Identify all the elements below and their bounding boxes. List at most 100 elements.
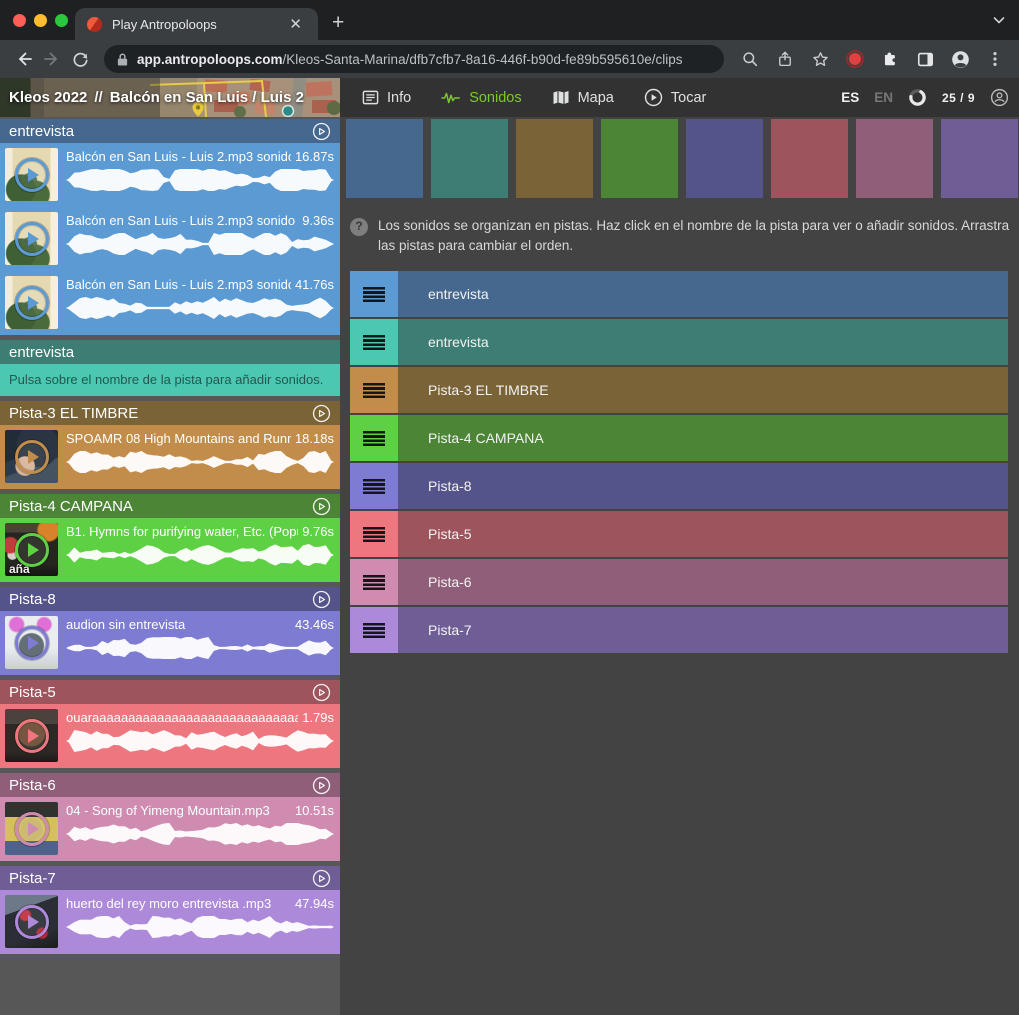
track-drag-handle[interactable] — [350, 463, 398, 509]
clip-play-icon[interactable] — [15, 905, 49, 939]
clip-thumbnail[interactable] — [5, 430, 58, 483]
minimize-window-button[interactable] — [34, 14, 47, 27]
track-swatch[interactable] — [856, 119, 933, 198]
sound-clip[interactable]: Balcón en San Luis - Luis 2.mp3 sonido h… — [0, 271, 340, 335]
side-panel-icon[interactable] — [911, 45, 939, 73]
reload-button[interactable] — [66, 45, 94, 73]
track-row[interactable]: Pista-4 CAMPANA — [350, 415, 1008, 461]
clip-thumbnail[interactable] — [5, 895, 58, 948]
track-row[interactable]: entrevista — [350, 319, 1008, 365]
track-play-icon[interactable] — [312, 122, 331, 141]
account-icon[interactable] — [990, 88, 1009, 107]
track-drag-handle[interactable] — [350, 367, 398, 413]
track-name-header[interactable]: Pista-3 EL TIMBRE — [0, 401, 340, 425]
track-row[interactable]: Pista-3 EL TIMBRE — [350, 367, 1008, 413]
new-tab-button[interactable]: + — [332, 9, 344, 37]
clip-play-icon[interactable] — [15, 440, 49, 474]
track-swatch[interactable] — [771, 119, 848, 198]
track-bar[interactable]: Pista-6 — [398, 559, 1008, 605]
bookmark-star-icon[interactable] — [806, 45, 834, 73]
macos-traffic-lights[interactable] — [13, 14, 68, 27]
sound-clip[interactable]: 04 - Song of Yimeng Mountain.mp3 10.51s — [0, 797, 340, 861]
track-play-icon[interactable] — [312, 497, 331, 516]
track-bar[interactable]: entrevista — [398, 271, 1008, 317]
forward-button[interactable] — [38, 45, 66, 73]
sound-clip[interactable]: SPOAMR 08 High Mountains and Running ...… — [0, 425, 340, 489]
close-window-button[interactable] — [13, 14, 26, 27]
back-button[interactable] — [10, 45, 38, 73]
clip-play-icon[interactable] — [15, 719, 49, 753]
track-swatch[interactable] — [346, 119, 423, 198]
profile-avatar[interactable] — [946, 45, 974, 73]
lang-en[interactable]: EN — [874, 90, 893, 105]
tab-tocar[interactable]: Tocar — [644, 88, 706, 107]
track-drag-handle[interactable] — [350, 559, 398, 605]
sound-clip[interactable]: ouaraaaaaaaaaaaaaaaaaaaaaaaaaaaaaaaaaaaa… — [0, 704, 340, 768]
tab-info[interactable]: Info — [362, 89, 411, 106]
track-swatch[interactable] — [516, 119, 593, 198]
track-swatch[interactable] — [686, 119, 763, 198]
track-row[interactable]: Pista-7 — [350, 607, 1008, 653]
sound-clip[interactable]: Balcón en San Luis - Luis 2.mp3 sonido h… — [0, 143, 340, 207]
track-name-header[interactable]: entrevista — [0, 340, 340, 364]
track-bar[interactable]: Pista-8 — [398, 463, 1008, 509]
clip-play-icon[interactable] — [15, 222, 49, 256]
clip-thumbnail[interactable] — [5, 616, 58, 669]
track-drag-handle[interactable] — [350, 415, 398, 461]
sound-clip[interactable]: audion sin entrevista 43.46s — [0, 611, 340, 675]
clip-play-icon[interactable] — [15, 286, 49, 320]
clip-thumbnail[interactable] — [5, 802, 58, 855]
track-name-header[interactable]: Pista-6 — [0, 773, 340, 797]
browser-menu-kebab-icon[interactable] — [981, 45, 1009, 73]
track-name-header[interactable]: Pista-8 — [0, 587, 340, 611]
track-bar[interactable]: Pista-7 — [398, 607, 1008, 653]
clip-thumbnail[interactable] — [5, 212, 58, 265]
track-drag-handle[interactable] — [350, 271, 398, 317]
track-name-header[interactable]: entrevista — [0, 119, 340, 143]
track-bar[interactable]: Pista-5 — [398, 511, 1008, 557]
track-play-icon[interactable] — [312, 683, 331, 702]
maximize-window-button[interactable] — [55, 14, 68, 27]
track-swatch[interactable] — [601, 119, 678, 198]
clip-play-icon[interactable] — [15, 812, 49, 846]
tab-mapa[interactable]: Mapa — [552, 89, 614, 106]
track-row[interactable]: Pista-8 — [350, 463, 1008, 509]
share-icon[interactable] — [771, 45, 799, 73]
clip-thumbnail[interactable]: aña — [5, 523, 58, 576]
clip-thumbnail[interactable] — [5, 276, 58, 329]
track-bar[interactable]: Pista-3 EL TIMBRE — [398, 367, 1008, 413]
track-drag-handle[interactable] — [350, 319, 398, 365]
track-swatch[interactable] — [431, 119, 508, 198]
track-drag-handle[interactable] — [350, 511, 398, 557]
clip-play-icon[interactable] — [15, 158, 49, 192]
tab-search-chevron-icon[interactable] — [991, 12, 1007, 28]
tab-sonidos[interactable]: Sonidos — [441, 90, 521, 106]
track-row[interactable]: Pista-6 — [350, 559, 1008, 605]
clip-thumbnail[interactable] — [5, 148, 58, 201]
track-play-icon[interactable] — [312, 776, 331, 795]
track-drag-handle[interactable] — [350, 607, 398, 653]
track-bar[interactable]: entrevista — [398, 319, 1008, 365]
sound-clip[interactable]: aña B1. Hymns for purifying water, Etc. … — [0, 518, 340, 582]
lang-es[interactable]: ES — [841, 90, 859, 105]
track-name-header[interactable]: Pista-5 — [0, 680, 340, 704]
clip-play-icon[interactable] — [15, 626, 49, 660]
track-play-icon[interactable] — [312, 869, 331, 888]
clip-thumbnail[interactable] — [5, 709, 58, 762]
track-row[interactable]: Pista-5 — [350, 511, 1008, 557]
browser-tab[interactable]: Play Antropoloops ✕ — [75, 8, 318, 40]
sound-clip[interactable]: Balcón en San Luis - Luis 2.mp3 sonido h… — [0, 207, 340, 271]
track-swatch[interactable] — [941, 119, 1018, 198]
sound-clip[interactable]: huerto del rey moro entrevista .mp3 47.9… — [0, 890, 340, 954]
track-row[interactable]: entrevista — [350, 271, 1008, 317]
tab-close-icon[interactable]: ✕ — [285, 15, 306, 34]
track-name-header[interactable]: Pista-7 — [0, 866, 340, 890]
track-play-icon[interactable] — [312, 404, 331, 423]
track-play-icon[interactable] — [312, 590, 331, 609]
map-thumbnail[interactable]: Kleos 2022 // Balcón en San Luis / Luis … — [0, 78, 340, 117]
extensions-puzzle-icon[interactable] — [876, 45, 904, 73]
track-bar[interactable]: Pista-4 CAMPANA — [398, 415, 1008, 461]
record-extension-icon[interactable] — [841, 45, 869, 73]
address-bar[interactable]: app.antropoloops.com/Kleos-Santa-Marina/… — [104, 45, 724, 73]
track-name-header[interactable]: Pista-4 CAMPANA — [0, 494, 340, 518]
